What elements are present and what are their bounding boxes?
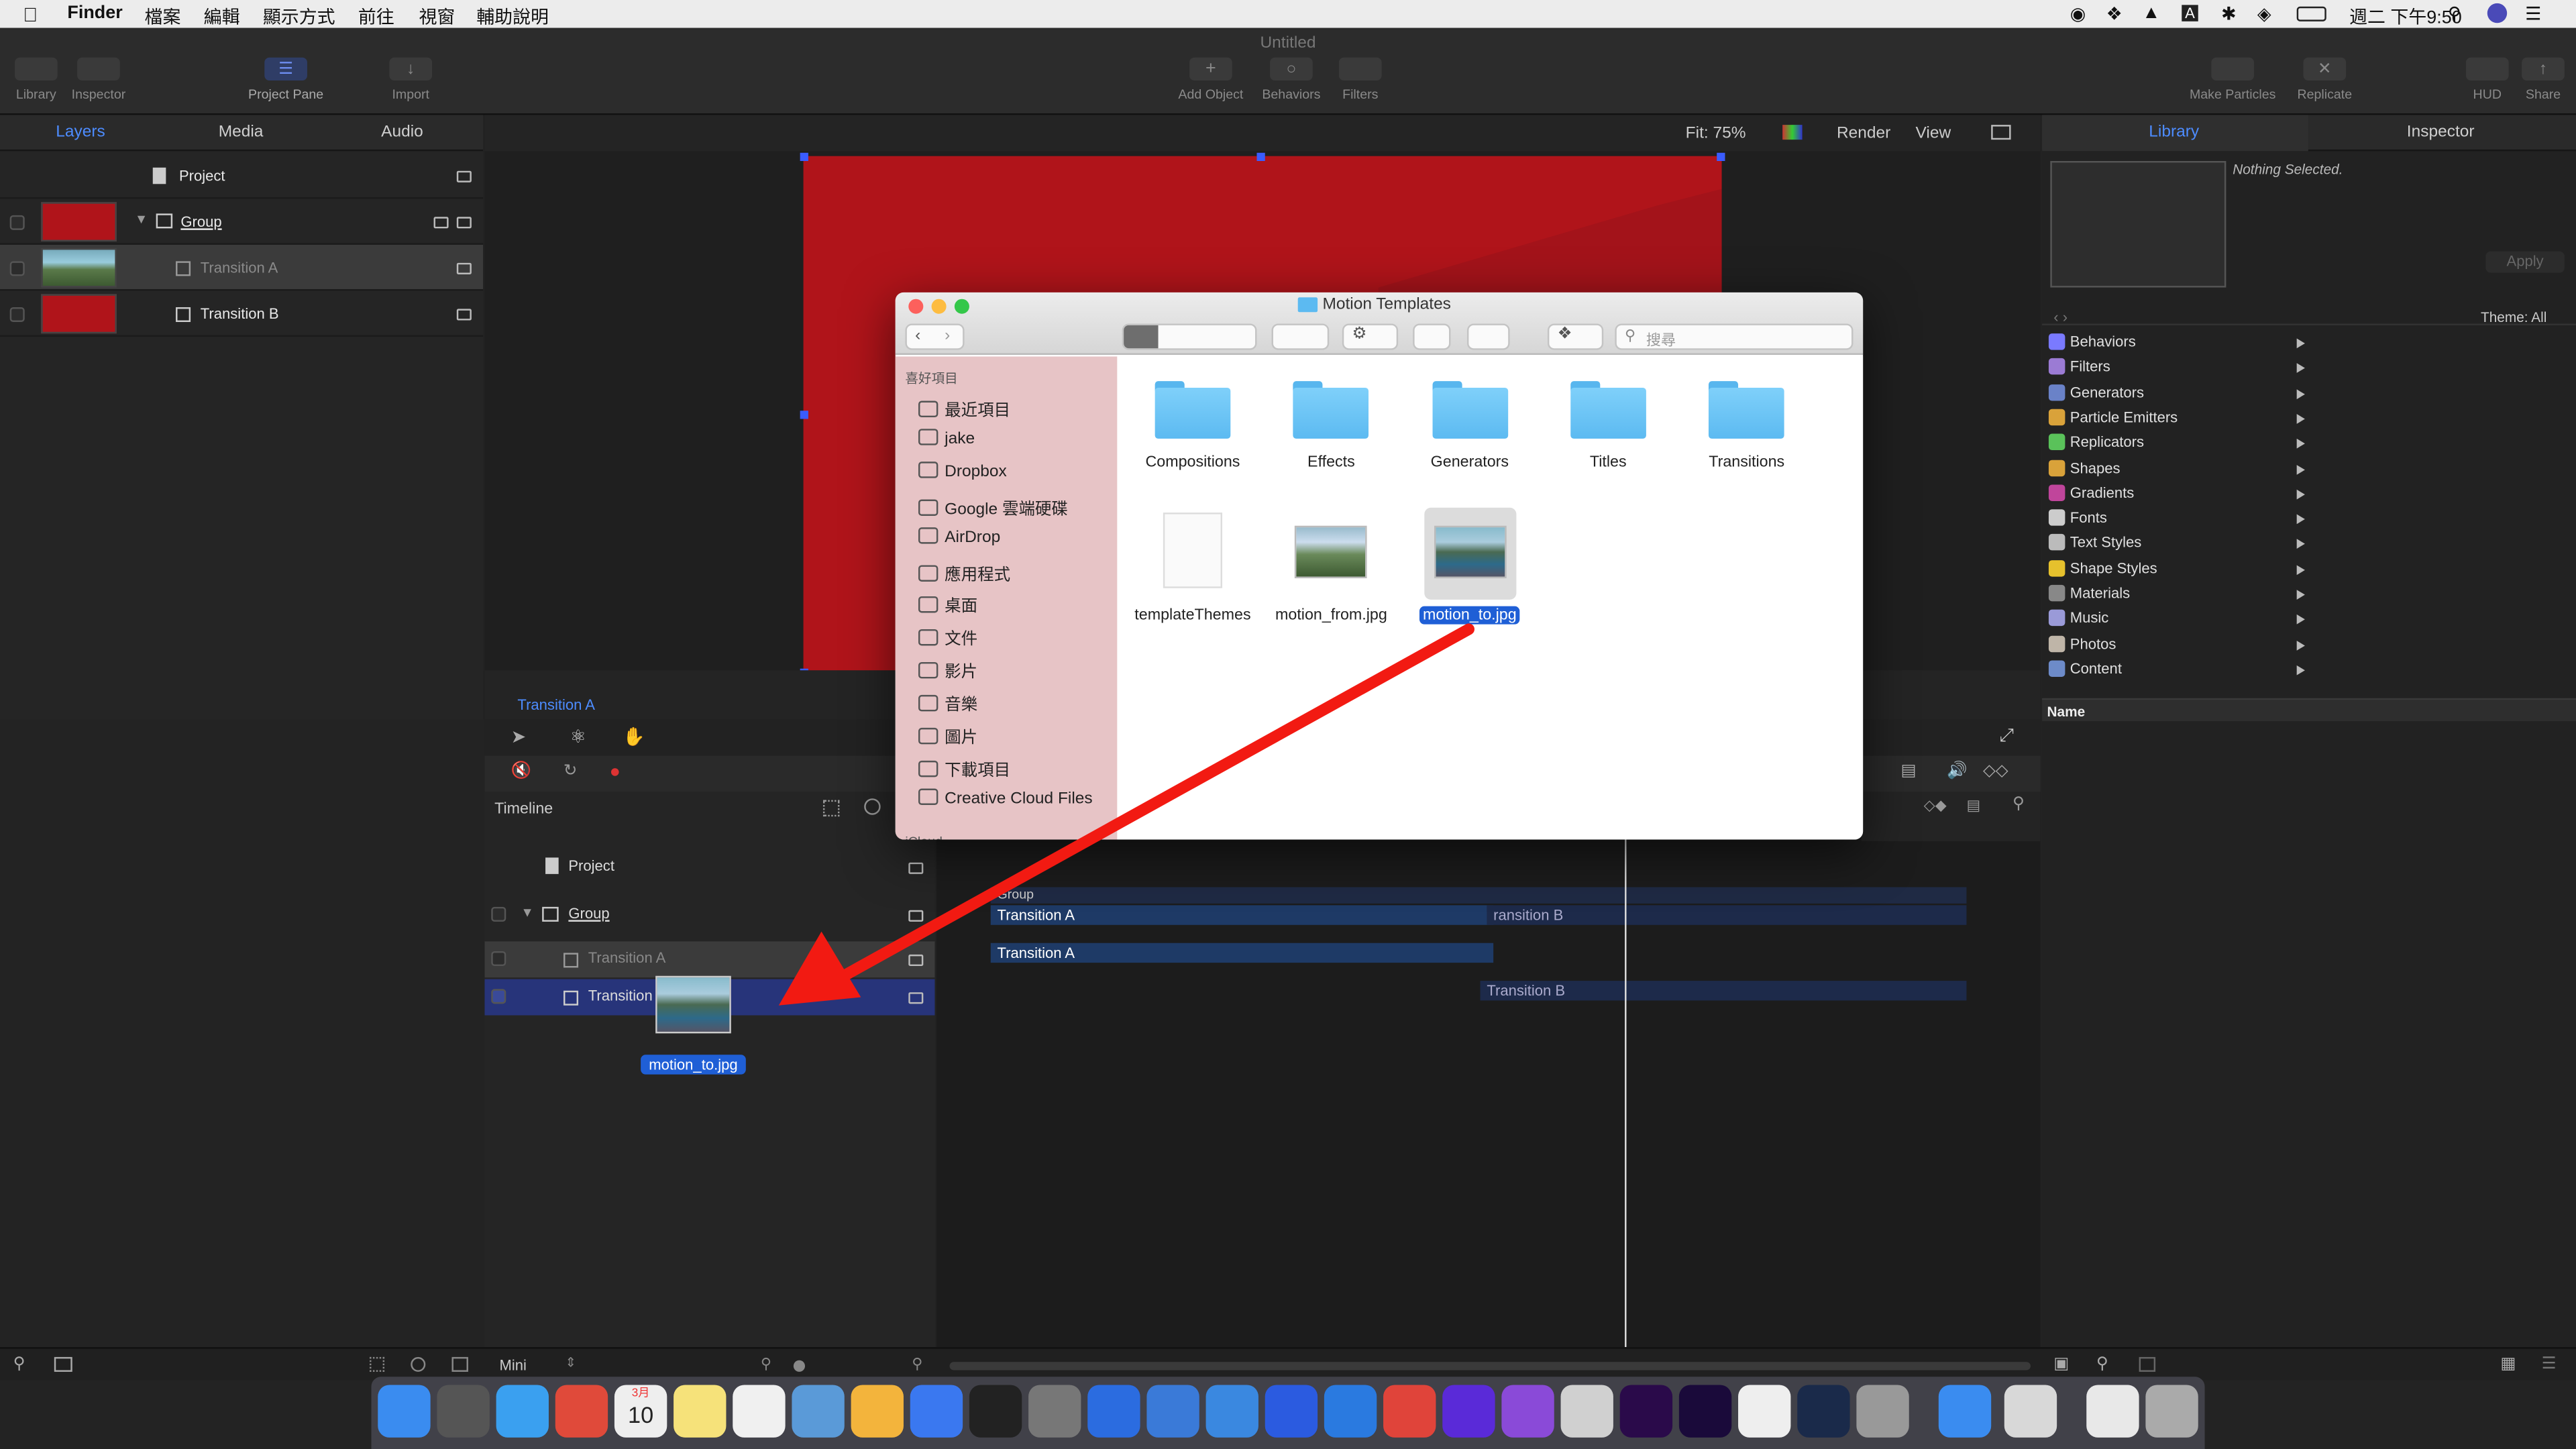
quicktime-dock-icon[interactable] xyxy=(1087,1385,1140,1438)
premiere-dock-icon[interactable] xyxy=(1619,1385,1673,1438)
red-arrow-annotation xyxy=(778,623,1474,1006)
chrome-dock-icon[interactable] xyxy=(555,1385,608,1438)
migration-dock-icon[interactable] xyxy=(1938,1385,1992,1438)
slack-dock-icon[interactable] xyxy=(1383,1385,1436,1438)
calendar-month: 3月 xyxy=(631,1388,650,1400)
archive-dock-icon[interactable] xyxy=(2086,1385,2139,1438)
reminders-dock-icon[interactable] xyxy=(733,1385,786,1438)
safari-dock-icon[interactable] xyxy=(496,1385,549,1438)
photos-dock-icon[interactable] xyxy=(851,1385,904,1438)
notes-dock-icon[interactable] xyxy=(674,1385,727,1438)
system-preferences-dock-icon[interactable] xyxy=(1028,1385,1081,1438)
disk-utility-dock-icon[interactable] xyxy=(1856,1385,1909,1438)
calendar-day: 10 xyxy=(628,1401,654,1428)
steam-dock-icon[interactable] xyxy=(1797,1385,1850,1438)
image-capture-dock-icon[interactable] xyxy=(2004,1385,2057,1438)
preview-dock-icon[interactable] xyxy=(792,1385,845,1438)
textedit-dock-icon[interactable] xyxy=(1738,1385,1791,1438)
finder-dock-icon[interactable] xyxy=(378,1385,431,1438)
app-store-dock-icon[interactable] xyxy=(910,1385,963,1438)
motion-dock-icon[interactable] xyxy=(1501,1385,1554,1438)
xcode-dock-icon[interactable] xyxy=(1146,1385,1199,1438)
launchpad-dock-icon[interactable] xyxy=(437,1385,490,1438)
after-effects-dock-icon[interactable] xyxy=(1678,1385,1732,1438)
codekit-dock-icon[interactable] xyxy=(1205,1385,1258,1438)
maps-dock-icon[interactable] xyxy=(1324,1385,1377,1438)
trash-dock-icon[interactable] xyxy=(2145,1385,2198,1438)
terminal-dock-icon[interactable] xyxy=(969,1385,1022,1438)
mail-dock-icon[interactable] xyxy=(1560,1385,1613,1438)
calendar-dock-icon[interactable]: 3月 10 xyxy=(614,1385,667,1438)
vscode-dock-icon[interactable] xyxy=(1265,1385,1318,1438)
final-cut-dock-icon[interactable] xyxy=(1442,1385,1495,1438)
